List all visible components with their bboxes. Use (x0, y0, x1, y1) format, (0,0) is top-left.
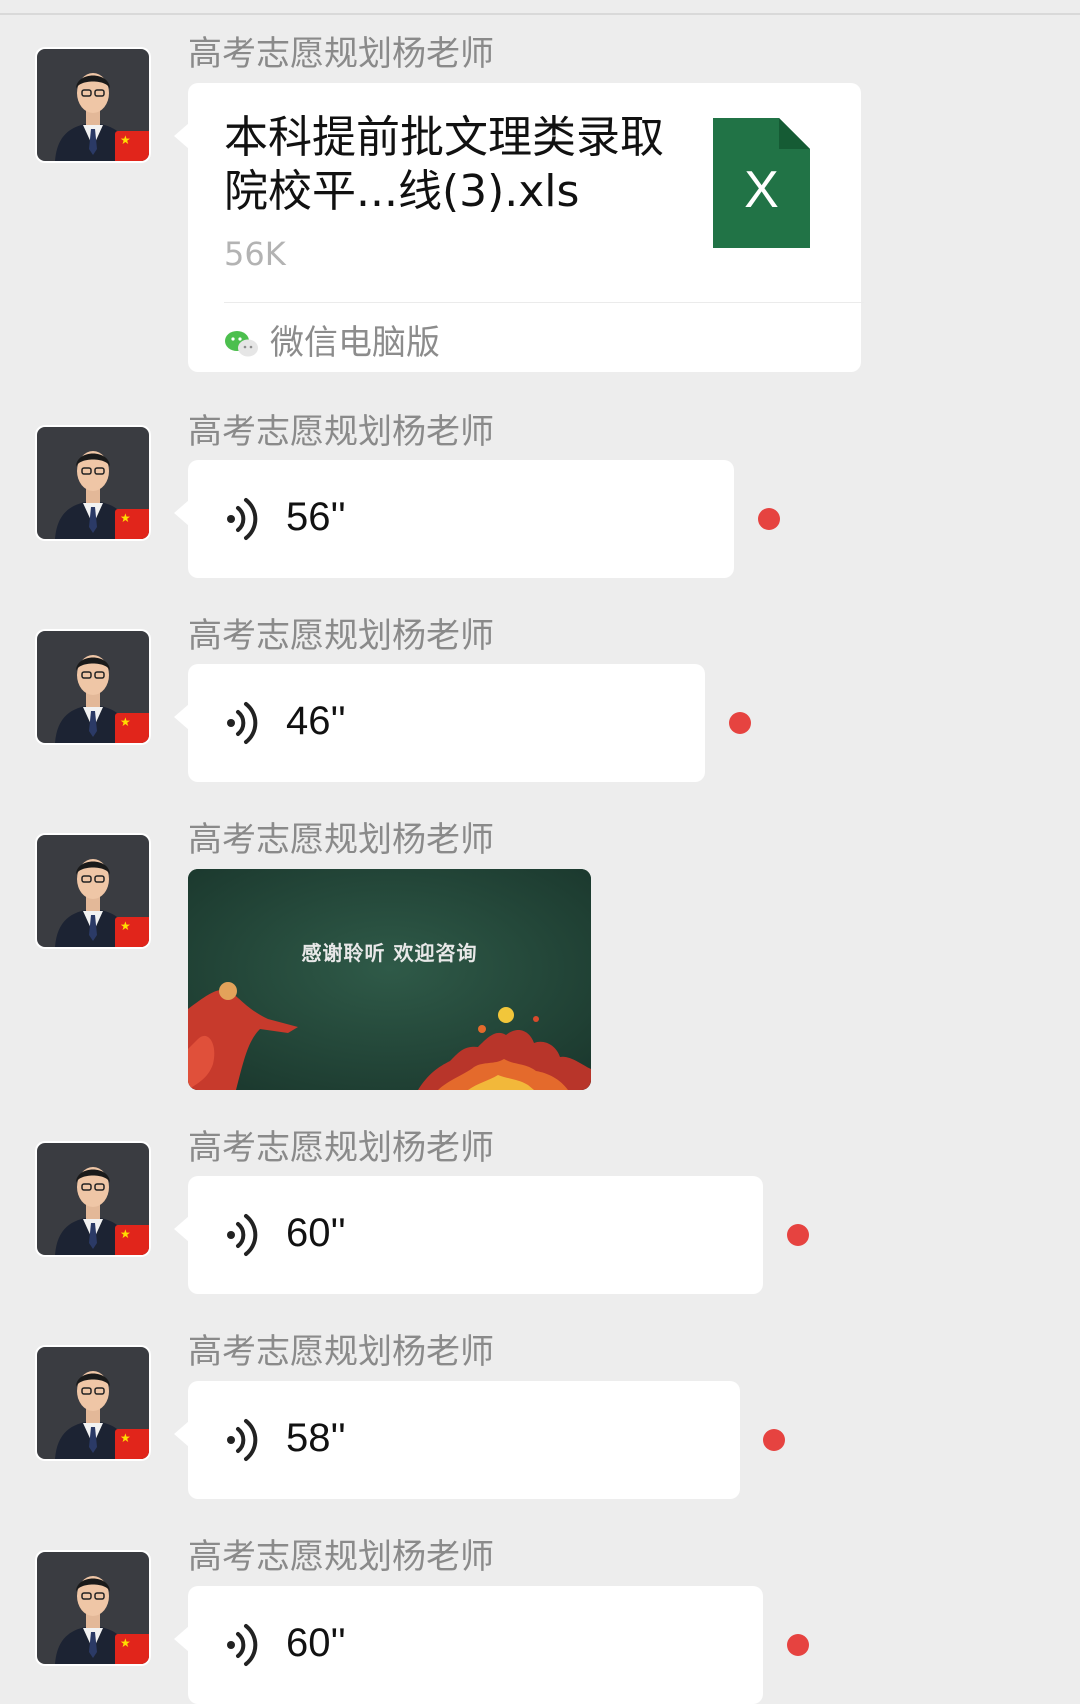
file-name: 本科提前批文理类录取院校平...线(3).xls (224, 112, 664, 217)
voice-message-bubble[interactable]: 58'' (174, 1381, 740, 1499)
avatar[interactable]: ★ (37, 631, 149, 743)
file-source-label: 微信电脑版 (270, 323, 440, 363)
avatar[interactable]: ★ (37, 1143, 149, 1255)
china-flag-icon: ★ (115, 1429, 149, 1459)
avatar[interactable]: ★ (37, 49, 149, 161)
voice-duration: 46'' (286, 699, 346, 743)
sender-name: 高考志愿规划杨老师 (188, 34, 494, 74)
avatar[interactable]: ★ (37, 1552, 149, 1664)
sender-name: 高考志愿规划杨老师 (188, 412, 494, 452)
china-flag-icon: ★ (115, 1225, 149, 1255)
image-thumbnail (188, 869, 591, 1090)
unread-dot (787, 1224, 809, 1246)
top-divider (0, 13, 1080, 15)
avatar[interactable]: ★ (37, 835, 149, 947)
voice-duration: 56'' (286, 495, 346, 539)
file-icon-letter: X (744, 161, 779, 219)
voice-message-bubble[interactable]: 60'' (174, 1586, 763, 1704)
voice-wave-icon (227, 1624, 258, 1666)
china-flag-icon: ★ (115, 713, 149, 743)
file-message-bubble[interactable]: 本科提前批文理类录取院校平...线(3).xls 56K X 微信电脑版 (174, 83, 864, 372)
wechat-icon (225, 331, 258, 357)
voice-message-bubble[interactable]: 56'' (174, 460, 734, 578)
china-flag-icon: ★ (115, 917, 149, 947)
sender-name: 高考志愿规划杨老师 (188, 1332, 494, 1372)
sender-name: 高考志愿规划杨老师 (188, 820, 494, 860)
voice-duration: 60'' (286, 1621, 346, 1665)
sender-name: 高考志愿规划杨老师 (188, 1128, 494, 1168)
voice-wave-icon (227, 498, 258, 540)
voice-wave-icon (227, 1214, 258, 1256)
sender-name: 高考志愿规划杨老师 (188, 616, 494, 656)
china-flag-icon: ★ (115, 509, 149, 539)
voice-message-bubble[interactable]: 60'' (174, 1176, 763, 1294)
image-caption: 感谢聆听 欢迎咨询 (301, 941, 478, 965)
unread-dot (787, 1634, 809, 1656)
sender-name: 高考志愿规划杨老师 (188, 1537, 494, 1577)
voice-duration: 60'' (286, 1211, 346, 1255)
unread-dot (729, 712, 751, 734)
china-flag-icon: ★ (115, 1634, 149, 1664)
voice-wave-icon (227, 702, 258, 744)
file-card-divider (224, 302, 864, 303)
voice-duration: 58'' (286, 1416, 346, 1460)
voice-message-bubble[interactable]: 46'' (174, 664, 705, 782)
avatar[interactable]: ★ (37, 1347, 149, 1459)
image-message[interactable]: 感谢聆听 欢迎咨询 (188, 869, 591, 1090)
voice-wave-icon (227, 1419, 258, 1461)
china-flag-icon: ★ (115, 131, 149, 161)
file-size: 56K (224, 235, 286, 273)
avatar[interactable]: ★ (37, 427, 149, 539)
unread-dot (758, 508, 780, 530)
excel-file-icon: X (713, 118, 810, 248)
unread-dot (763, 1429, 785, 1451)
